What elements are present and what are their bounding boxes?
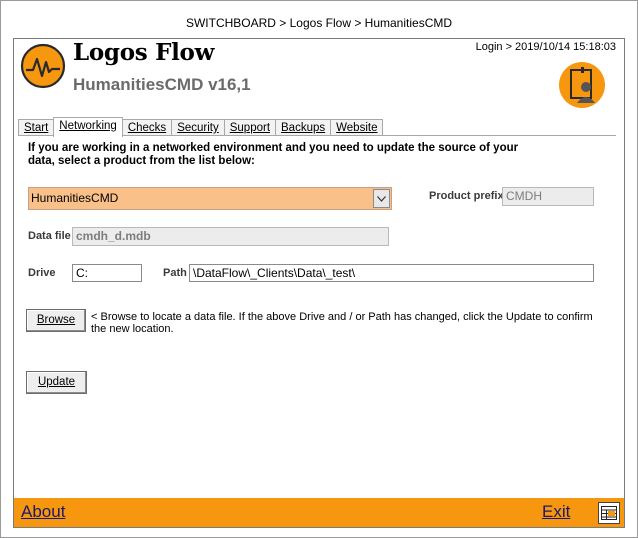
- app-subtitle: HumanitiesCMD v16,1: [73, 75, 251, 94]
- login-timestamp: Login > 2019/10/14 15:18:03: [475, 41, 616, 53]
- exit-link[interactable]: Exit: [542, 502, 570, 522]
- networking-intro-text: If you are working in a networked enviro…: [28, 142, 519, 167]
- browse-hint-text: < Browse to locate a data file. If the a…: [91, 311, 593, 335]
- tab-backups[interactable]: Backups: [275, 119, 332, 136]
- tab-networking[interactable]: Networking: [53, 117, 123, 137]
- product-prefix-field: CMDH: [502, 187, 594, 206]
- tab-bar: Start Networking Checks Security Support…: [18, 117, 384, 137]
- footer-bar: About Exit: [14, 498, 624, 527]
- tab-checks[interactable]: Checks: [121, 119, 173, 136]
- tab-support[interactable]: Support: [223, 119, 277, 136]
- update-button[interactable]: Update: [26, 371, 87, 394]
- drive-label: Drive: [28, 267, 56, 279]
- product-select-value: HumanitiesCMD: [31, 191, 119, 205]
- path-label: Path: [163, 267, 187, 279]
- path-input[interactable]: \DataFlow\_Clients\Data\_test\: [189, 264, 594, 282]
- drive-input[interactable]: C:: [72, 264, 142, 282]
- waveform-logo-icon: [20, 43, 66, 89]
- data-file-field: cmdh_d.mdb: [72, 227, 389, 246]
- main-panel: Logos Flow HumanitiesCMD v16,1 Login > 2…: [13, 38, 625, 528]
- user-badge-icon[interactable]: [557, 61, 607, 109]
- tab-security[interactable]: Security: [171, 119, 225, 136]
- app-window: SWITCHBOARD > Logos Flow > HumanitiesCMD…: [0, 0, 638, 538]
- chevron-down-icon[interactable]: [373, 189, 390, 208]
- tab-start[interactable]: Start: [18, 119, 55, 136]
- app-title: Logos Flow: [73, 39, 215, 66]
- product-prefix-label: Product prefix: [429, 190, 504, 202]
- about-link[interactable]: About: [21, 502, 65, 522]
- product-select[interactable]: HumanitiesCMD: [28, 187, 392, 210]
- tab-website[interactable]: Website: [330, 119, 384, 136]
- browse-button[interactable]: Browse: [26, 309, 86, 332]
- table-icon[interactable]: [598, 502, 620, 524]
- window-title: SWITCHBOARD > Logos Flow > HumanitiesCMD: [1, 1, 637, 37]
- data-file-label: Data file: [28, 230, 71, 242]
